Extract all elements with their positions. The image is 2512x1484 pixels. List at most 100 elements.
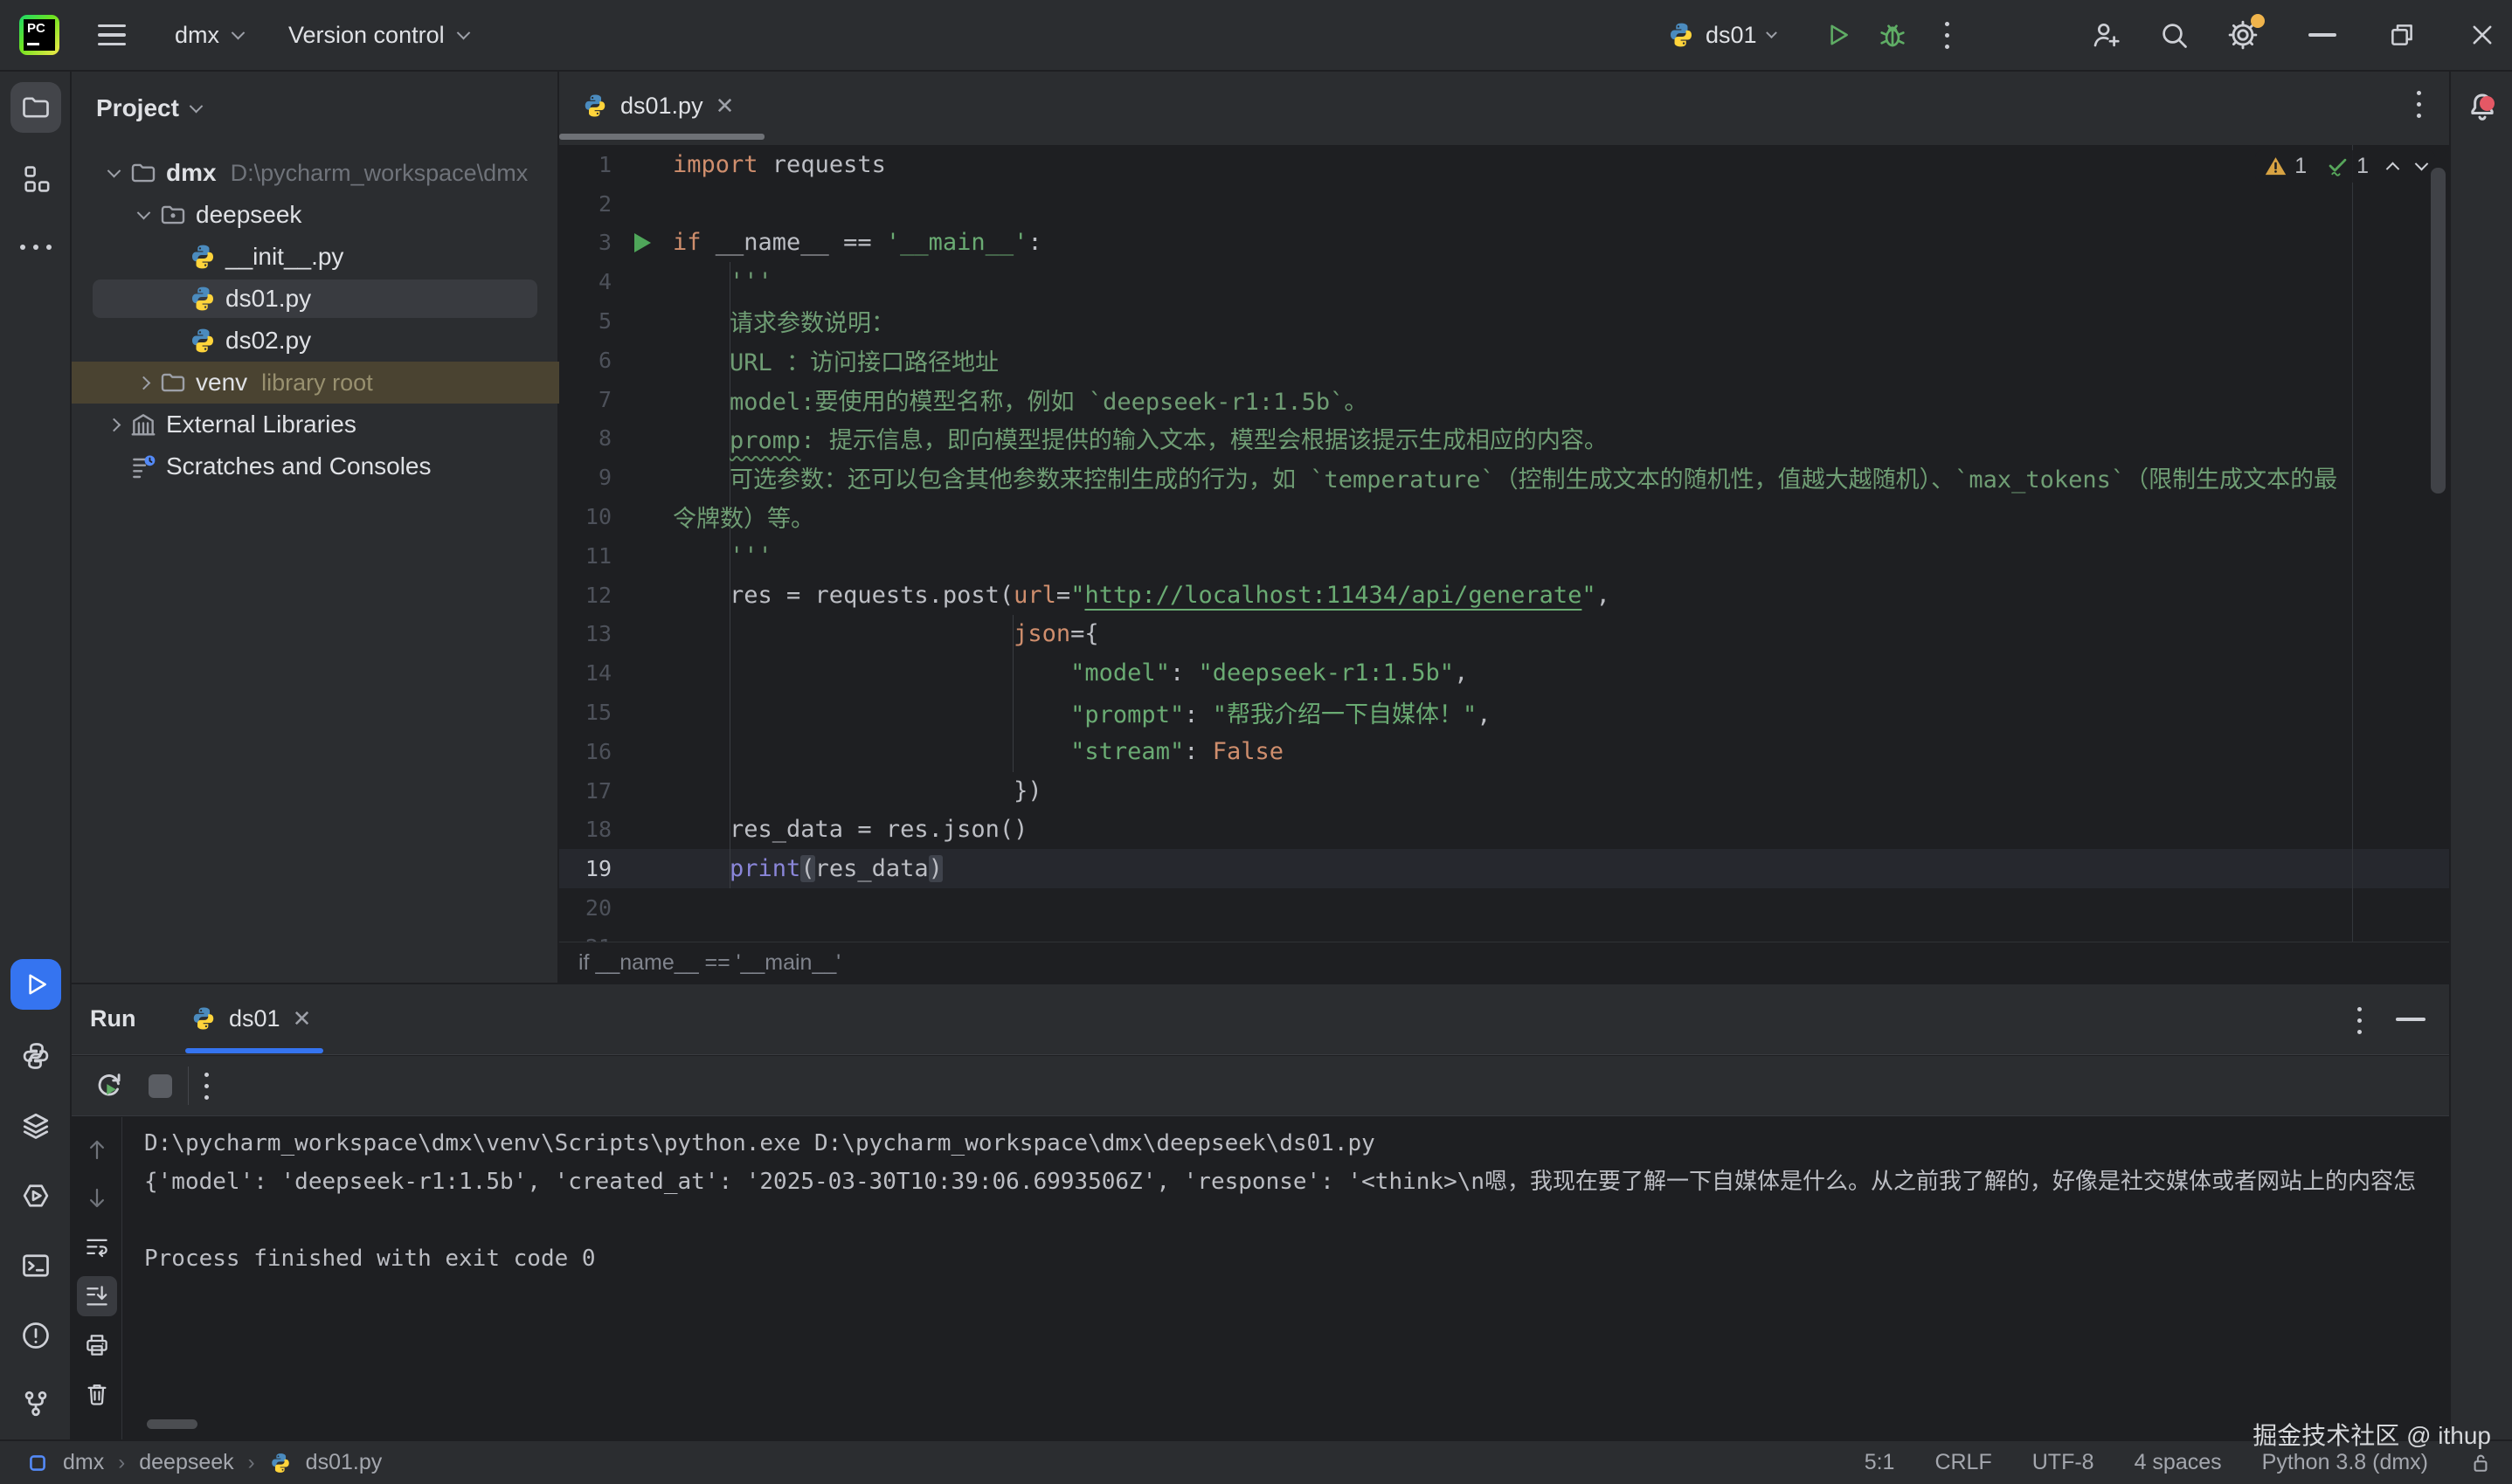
code-line-8[interactable]: 8 promp: 提示信息，即向模型提供的输入文本，模型会根据该提示生成相应的内…	[559, 419, 2449, 459]
console-down-button[interactable]	[77, 1178, 117, 1218]
line-number[interactable]: 16	[559, 739, 612, 764]
python-console-tool-button[interactable]	[10, 1170, 61, 1221]
editor-options-button[interactable]	[2417, 91, 2421, 118]
line-number[interactable]: 14	[559, 660, 612, 686]
code-line-2[interactable]: 2	[559, 184, 2449, 224]
line-number[interactable]: 6	[559, 348, 612, 373]
status-item-utf-8[interactable]: UTF-8	[2032, 1450, 2094, 1475]
line-number[interactable]: 18	[559, 817, 612, 842]
services-tool-button[interactable]	[10, 1101, 61, 1151]
problems-tool-button[interactable]	[10, 1310, 61, 1361]
soft-wrap-button[interactable]	[77, 1227, 117, 1267]
run-tab-ds01[interactable]: ds01 ✕	[178, 984, 323, 1053]
pycharm-logo-icon[interactable]: PC	[19, 0, 59, 70]
line-number[interactable]: 2	[559, 191, 612, 217]
code-area[interactable]: 1import requests23if __name__ == '__main…	[559, 145, 2449, 942]
next-problem-icon[interactable]	[2415, 157, 2429, 171]
scroll-to-end-button[interactable]	[77, 1276, 117, 1316]
project-panel-header[interactable]: Project	[96, 94, 201, 122]
code-line-21[interactable]: 21	[559, 928, 2449, 942]
line-number[interactable]: 10	[559, 504, 612, 529]
console-hscrollbar[interactable]	[147, 1419, 197, 1429]
editor-scrollbar[interactable]	[2431, 168, 2446, 494]
line-number[interactable]: 5	[559, 308, 612, 334]
code-line-18[interactable]: 18 res_data = res.json()	[559, 811, 2449, 850]
print-button[interactable]	[77, 1325, 117, 1365]
status-crumb-folder[interactable]: deepseek	[139, 1450, 233, 1475]
code-line-14[interactable]: 14 "model": "deepseek-r1:1.5b",	[559, 653, 2449, 693]
line-number[interactable]: 11	[559, 543, 612, 569]
tree-item-ds01-py[interactable]: ds01.py	[72, 278, 559, 320]
minimize-button[interactable]	[2308, 0, 2336, 70]
python-packages-tool-button[interactable]	[10, 1031, 61, 1081]
tree-item-init-py[interactable]: __init__.py	[72, 236, 559, 278]
close-button[interactable]	[2467, 0, 2497, 70]
line-number[interactable]: 3	[559, 230, 612, 255]
version-control-tool-button[interactable]	[10, 1378, 61, 1429]
code-line-12[interactable]: 12 res = requests.post(url="http://local…	[559, 576, 2449, 615]
line-number[interactable]: 17	[559, 778, 612, 804]
status-item-crlf[interactable]: CRLF	[1934, 1450, 1991, 1475]
project-tool-button[interactable]	[10, 82, 61, 133]
tab-close-icon[interactable]: ✕	[716, 93, 735, 120]
structure-tool-button[interactable]	[10, 154, 61, 204]
stop-button[interactable]	[149, 1074, 172, 1098]
line-number[interactable]: 4	[559, 269, 612, 294]
debug-button[interactable]	[1877, 0, 1908, 70]
line-number[interactable]: 20	[559, 895, 612, 921]
line-number[interactable]: 15	[559, 700, 612, 725]
line-number[interactable]: 12	[559, 583, 612, 608]
tree-item-venv[interactable]: venvlibrary root	[72, 362, 559, 404]
tree-item-deepseek[interactable]: deepseek	[72, 194, 559, 236]
code-line-1[interactable]: 1import requests	[559, 145, 2449, 184]
status-breadcrumbs[interactable]: dmx › deepseek › ds01.py	[0, 1450, 382, 1475]
terminal-tool-button[interactable]	[10, 1240, 61, 1291]
rerun-button[interactable]	[93, 1069, 126, 1102]
restore-button[interactable]	[2387, 0, 2417, 70]
inspections-widget[interactable]: 1 1	[2255, 150, 2435, 183]
prev-problem-icon[interactable]	[2386, 162, 2400, 176]
code-line-16[interactable]: 16 "stream": False	[559, 732, 2449, 771]
project-menu-button[interactable]: dmx	[175, 0, 243, 70]
status-crumb-project[interactable]: dmx	[63, 1450, 104, 1475]
main-menu-button[interactable]	[98, 0, 126, 70]
status-item-4-spaces[interactable]: 4 spaces	[2135, 1450, 2222, 1475]
status-item-python-3-8-dmx[interactable]: Python 3.8 (dmx)	[2262, 1450, 2428, 1475]
line-number[interactable]: 9	[559, 465, 612, 490]
run-button[interactable]	[1823, 0, 1852, 70]
code-line-5[interactable]: 5 请求参数说明：	[559, 301, 2449, 341]
chevron-right-icon[interactable]	[128, 378, 159, 388]
more-run-actions-button[interactable]	[1945, 0, 1949, 70]
run-config-selector[interactable]: ds01	[1667, 0, 1775, 70]
run-tab-close-icon[interactable]: ✕	[293, 1005, 312, 1032]
line-number[interactable]: 19	[559, 856, 612, 881]
code-line-20[interactable]: 20	[559, 888, 2449, 928]
vcs-menu-button[interactable]: Version control	[288, 0, 468, 70]
chevron-down-icon[interactable]	[128, 211, 159, 220]
code-line-4[interactable]: 4 '''	[559, 262, 2449, 301]
ok-group[interactable]: 1	[2326, 154, 2369, 179]
notifications-button[interactable]	[2458, 82, 2507, 131]
code-with-me-button[interactable]	[2090, 0, 2121, 70]
line-number[interactable]: 21	[559, 935, 612, 942]
status-crumb-file[interactable]: ds01.py	[306, 1450, 383, 1475]
code-line-15[interactable]: 15 "prompt": "帮我介绍一下自媒体！",	[559, 693, 2449, 732]
run-panel-options-button[interactable]	[2357, 1007, 2362, 1034]
run-panel-minimize-button[interactable]	[2396, 1018, 2425, 1021]
tree-item-dmx[interactable]: dmxD:\pycharm_workspace\dmx	[72, 152, 559, 194]
clear-all-button[interactable]	[77, 1374, 117, 1414]
line-number[interactable]: 13	[559, 621, 612, 646]
editor-tab-ds01[interactable]: ds01.py ✕	[559, 72, 757, 140]
run-tool-button[interactable]	[10, 959, 61, 1010]
more-tool-windows-button[interactable]	[10, 222, 61, 273]
status-item-5-1[interactable]: 5:1	[1865, 1450, 1895, 1475]
code-line-11[interactable]: 11 '''	[559, 536, 2449, 576]
code-line-17[interactable]: 17 })	[559, 771, 2449, 811]
tree-item-ds02-py[interactable]: ds02.py	[72, 320, 559, 362]
tree-item-scratches-and-consoles[interactable]: Scratches and Consoles	[72, 445, 559, 487]
code-line-19[interactable]: 19 print(res_data)	[559, 849, 2449, 888]
tree-item-external-libraries[interactable]: External Libraries	[72, 404, 559, 445]
chevron-right-icon[interactable]	[98, 420, 129, 430]
line-number[interactable]: 8	[559, 425, 612, 451]
line-number[interactable]: 7	[559, 387, 612, 412]
